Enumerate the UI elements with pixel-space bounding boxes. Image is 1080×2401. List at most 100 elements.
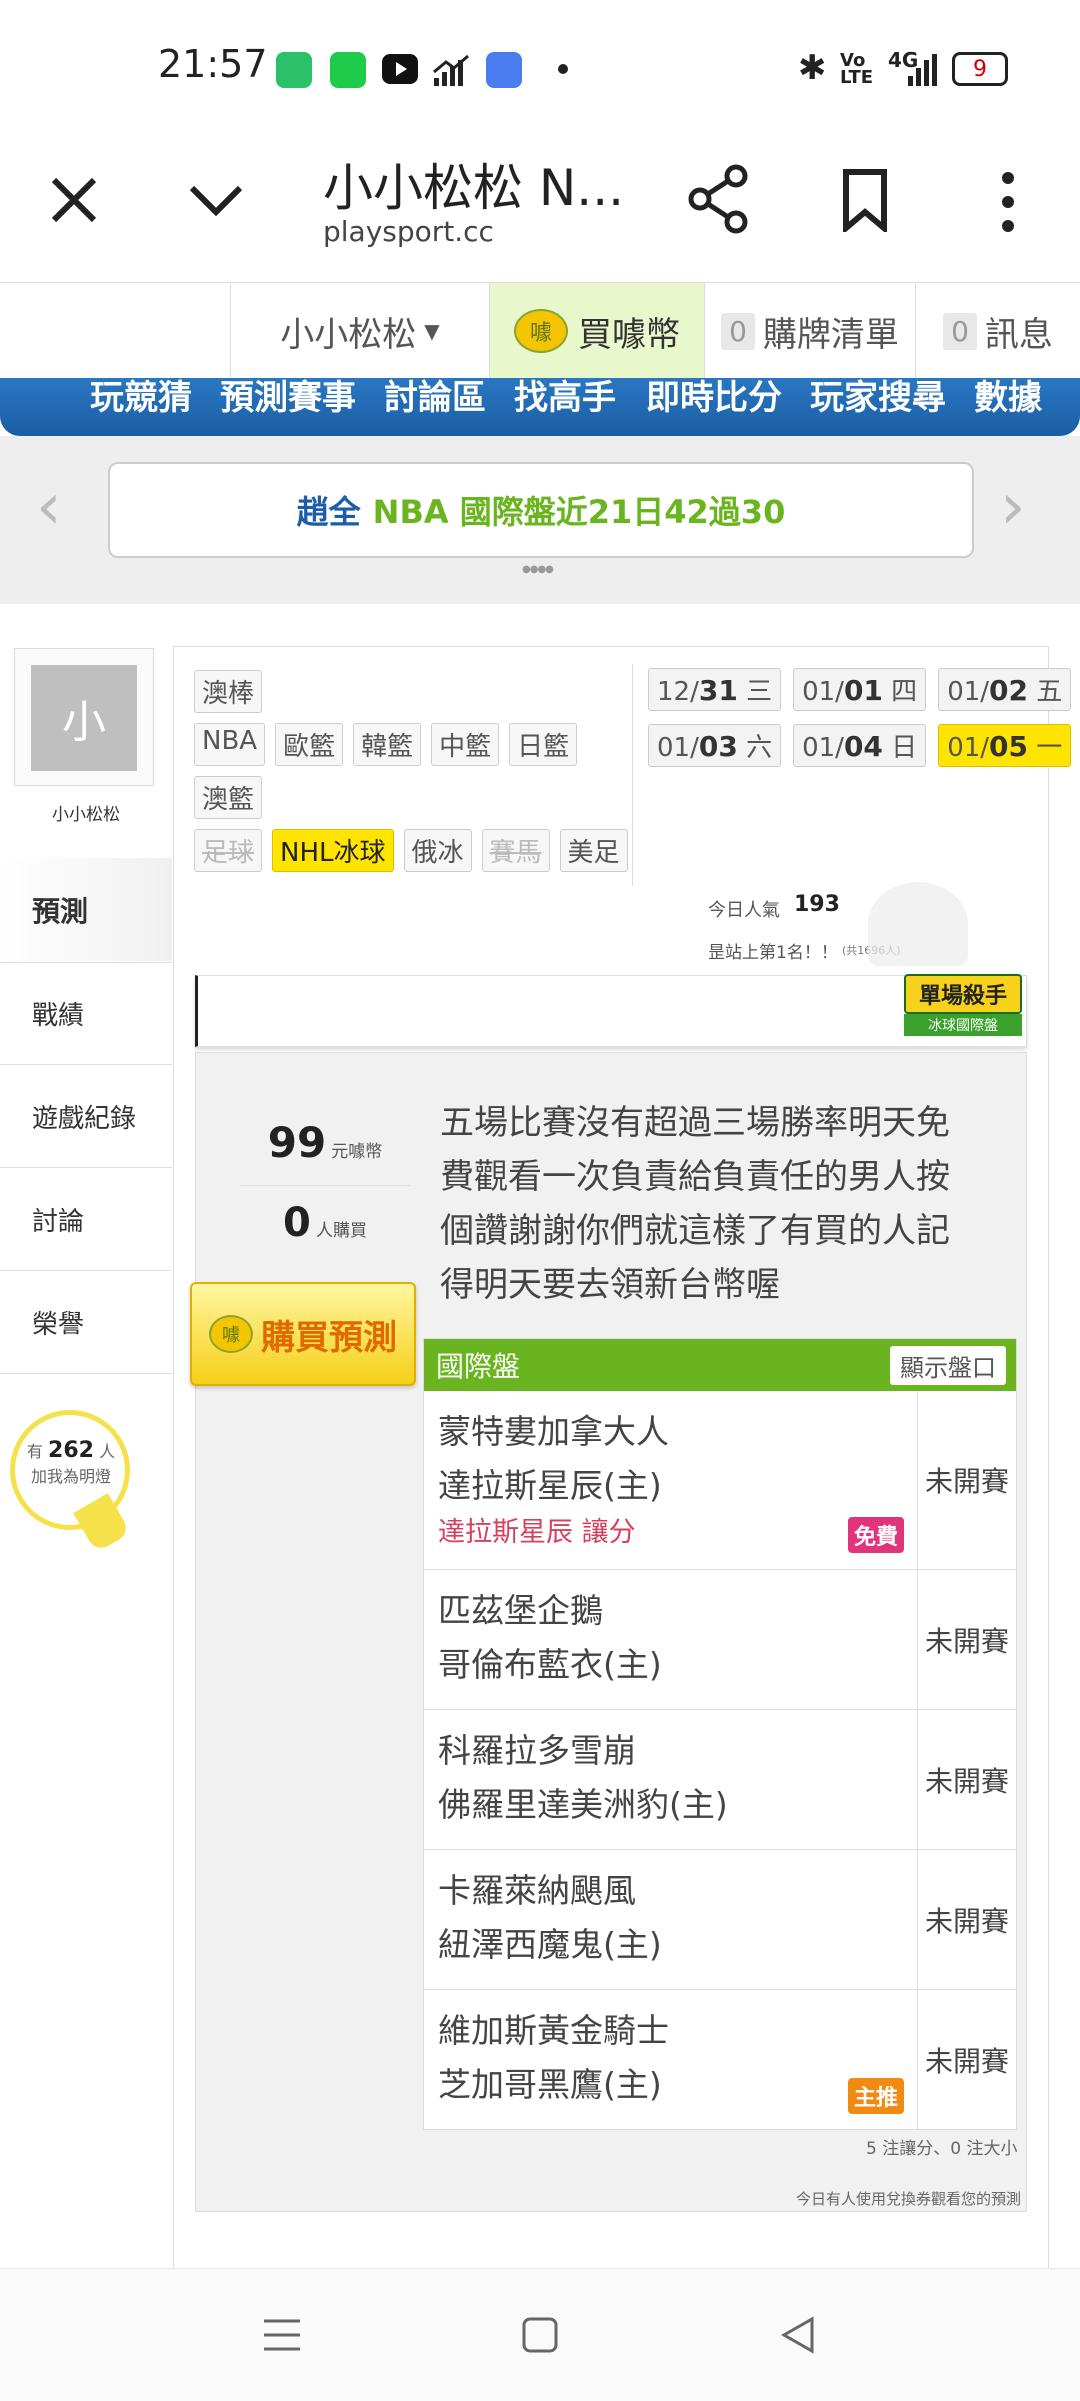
sport-tags-row1: 澳棒	[194, 670, 263, 713]
sport-tag[interactable]: 日籃	[509, 723, 578, 766]
app-square-icon	[486, 52, 522, 88]
date-chip[interactable]: 01/04 日	[793, 724, 927, 767]
sport-tag[interactable]: 中籃	[431, 723, 500, 766]
date-row1: 12/31 三 01/01 四 01/02 五	[648, 668, 1072, 711]
prediction-description: 五場比賽沒有超過三場勝率明天免費觀看一次負責給負責任的男人按個讚謝謝你們就這樣了…	[440, 1103, 950, 1305]
show-odds-button[interactable]: 顯示盤口	[890, 1345, 1006, 1385]
popularity-value: 193	[794, 892, 840, 917]
nav-item[interactable]: 玩家搜尋	[810, 378, 946, 419]
back-icon[interactable]	[778, 2315, 818, 2359]
banner-next-icon[interactable]: ›	[1000, 470, 1026, 544]
game-row[interactable]: 卡羅萊納颶風 紐澤西魔鬼(主) 未開賽	[424, 1850, 1016, 1990]
sport-tags-row2: NBA 歐籃 韓籃 中籃 日籃	[194, 723, 578, 766]
coin-icon: 噱	[209, 1315, 253, 1353]
side-menu-discuss[interactable]: 討論	[0, 1168, 172, 1271]
game-row[interactable]: 匹茲堡企鵝 哥倫布藍衣(主) 未開賽	[424, 1570, 1016, 1710]
side-menu-predict[interactable]: 預測	[0, 858, 172, 961]
sport-tag[interactable]: 俄冰	[403, 829, 472, 872]
buy-prediction-button[interactable]: 噱 購買預測	[190, 1282, 416, 1386]
buy-coin-button[interactable]: 噱 買噱幣	[489, 283, 704, 379]
buyers-unit: 人購買	[315, 1221, 367, 1241]
caret-down-icon: ▼	[424, 319, 440, 343]
filter-divider	[632, 664, 633, 886]
featured-badge: 主推	[847, 2078, 904, 2114]
messages-link[interactable]: 0 訊息	[915, 283, 1080, 379]
lamp-line2: 加我為明燈	[30, 1467, 111, 1486]
nav-item[interactable]: 即時比分	[646, 378, 782, 419]
buy-prediction-label: 購買預測	[261, 1317, 397, 1358]
cart-label: 購牌清單	[762, 314, 899, 355]
date-row2: 01/03 六 01/04 日 01/05 一	[648, 724, 1072, 767]
game-row[interactable]: 蒙特婁加拿大人 達拉斯星辰(主) 達拉斯星辰 讓分 免費 未開賽	[424, 1391, 1016, 1570]
status-bar: 21:57 ✱ Vo LTE 4G 9	[0, 0, 1080, 130]
nav-item[interactable]: 找高手	[514, 378, 616, 419]
price-block: 99 元噱幣	[240, 1118, 410, 1186]
user-dropdown[interactable]: 小小松松 ▼	[230, 283, 489, 379]
coin-icon: 噱	[514, 309, 568, 353]
game-row[interactable]: 維加斯黃金騎士 芝加哥黑鷹(主) 主推 未開賽	[424, 1990, 1016, 2129]
more-options-icon[interactable]	[996, 170, 1020, 238]
avatar-frame: 小	[14, 648, 154, 786]
home-icon[interactable]	[520, 2315, 560, 2359]
sport-tag-selected[interactable]: NHL冰球	[272, 829, 394, 872]
system-nav-bar	[0, 2268, 1080, 2401]
bookmark-icon[interactable]	[840, 168, 890, 236]
status-time: 21:57	[158, 42, 268, 86]
date-chip[interactable]: 12/31 三	[648, 668, 782, 711]
banner-pager-dots[interactable]: ●●●●	[522, 564, 554, 575]
game-status: 未開賽	[917, 1391, 1016, 1569]
popularity-label: 今日人氣	[708, 900, 780, 921]
menu-icon[interactable]	[262, 2315, 302, 2359]
sport-tag-disabled: 足球	[194, 829, 263, 872]
sport-tag[interactable]: 澳棒	[194, 670, 263, 713]
expert-banner[interactable]: 趙全 NBA 國際盤近21日42過30	[108, 462, 974, 558]
cell-signal-icon	[894, 52, 938, 92]
side-menu-record[interactable]: 戰績	[0, 962, 172, 1065]
cart-link[interactable]: 0 購牌清單	[704, 283, 915, 379]
main-nav: 玩競猜 預測賽事 討論區 找高手 即時比分 玩家搜尋 數據	[0, 378, 1080, 436]
dot-icon	[558, 64, 568, 74]
game-status: 未開賽	[917, 1990, 1016, 2129]
banner-expert-name: 趙全	[296, 493, 361, 531]
date-chip[interactable]: 01/01 四	[793, 668, 927, 711]
sport-tag[interactable]: 韓籃	[353, 723, 422, 766]
game-row[interactable]: 科羅拉多雪崩 佛羅里達美洲豹(主) 未開賽	[424, 1710, 1016, 1850]
volte-icon: Vo LTE	[840, 50, 874, 88]
sport-tag[interactable]: 歐籃	[275, 723, 344, 766]
share-icon[interactable]	[688, 164, 752, 238]
price-value: 99	[267, 1118, 327, 1167]
game-status: 未開賽	[917, 1850, 1016, 1989]
date-chip[interactable]: 01/03 六	[648, 724, 782, 767]
messages-label: 訊息	[984, 314, 1053, 355]
nav-item[interactable]: 預測賽事	[220, 378, 356, 419]
user-name: 小小松松	[280, 314, 417, 355]
nav-item[interactable]: 討論區	[384, 378, 486, 419]
profile-name[interactable]: 小小松松	[52, 800, 120, 825]
free-badge: 免費	[847, 1517, 904, 1553]
date-chip-selected[interactable]: 01/05 一	[938, 724, 1072, 767]
chevron-down-icon[interactable]	[186, 170, 246, 234]
nav-item[interactable]: 玩競猜	[90, 378, 192, 419]
nav-item[interactable]: 數據	[974, 378, 1042, 419]
game-status: 未開賽	[917, 1570, 1016, 1709]
sport-tag[interactable]: 澳籃	[194, 776, 263, 819]
games-title: 國際盤	[436, 1350, 521, 1383]
sport-tag[interactable]: 美足	[559, 829, 628, 872]
lamp-text: 有 262 人 加我為明燈	[26, 1438, 116, 1486]
youtube-icon	[382, 54, 418, 84]
avatar[interactable]: 小	[31, 665, 137, 771]
footer-note: 今日有人使用兌換券觀看您的預測	[796, 2190, 1022, 2208]
date-chip[interactable]: 01/02 五	[938, 668, 1072, 711]
close-icon[interactable]	[44, 170, 104, 234]
page-title: 小小松松 N...	[323, 159, 624, 217]
side-menu-game-log[interactable]: 遊戲紀錄	[0, 1065, 172, 1168]
buyers-value: 0	[283, 1200, 311, 1246]
bet-summary: 5 注讓分、0 注大小	[866, 2139, 1018, 2159]
side-menu-honor[interactable]: 榮譽	[0, 1271, 172, 1374]
bluetooth-icon: ✱	[798, 48, 827, 88]
sport-tag[interactable]: NBA	[194, 723, 266, 766]
browser-toolbar: 小小松松 N... playsport.cc	[0, 130, 1080, 283]
banner-prev-icon[interactable]: ‹	[36, 470, 62, 544]
app-icon	[330, 52, 366, 88]
messages-count: 0	[943, 312, 977, 350]
